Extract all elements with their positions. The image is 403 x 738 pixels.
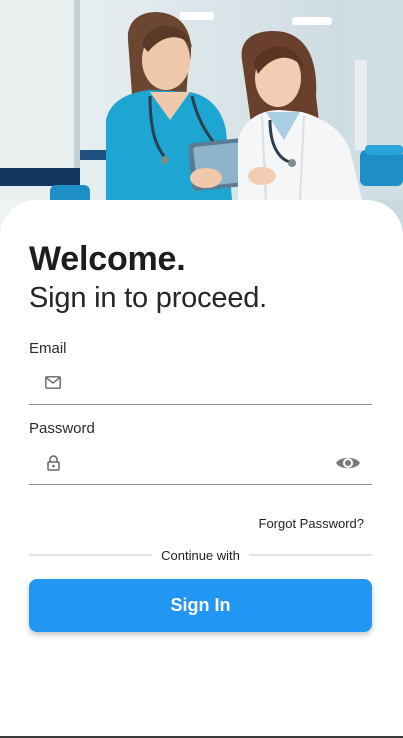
forgot-password-link[interactable]: Forgot Password? (259, 516, 365, 531)
email-label: Email (29, 340, 67, 357)
eye-icon[interactable] (334, 449, 362, 477)
continue-with-divider: Continue with (29, 547, 372, 563)
divider-line-right (248, 554, 372, 556)
divider-text: Continue with (161, 547, 240, 563)
page-title: Welcome. (29, 240, 186, 278)
login-card: Welcome. Sign in to proceed. Email Passw… (0, 200, 403, 738)
email-field[interactable] (29, 361, 372, 405)
password-input[interactable] (62, 441, 334, 484)
password-field[interactable] (29, 441, 372, 485)
mail-icon (44, 374, 62, 392)
email-input[interactable] (62, 361, 372, 404)
sign-in-button[interactable]: Sign In (29, 579, 372, 632)
lock-icon (44, 454, 62, 472)
page-subtitle: Sign in to proceed. (29, 282, 268, 314)
password-label: Password (29, 420, 95, 437)
divider-line-left (29, 554, 153, 556)
